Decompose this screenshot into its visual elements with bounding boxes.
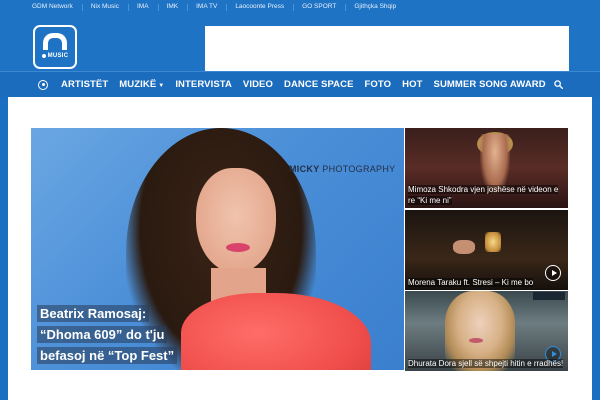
article-thumb-3[interactable]: Dhurata Dora sjell së shpejti hitin e rr… <box>405 291 568 371</box>
watermark-bold: MICKY <box>289 164 320 174</box>
main-navigation: ARTISTËT MUZIKË ▼ INTERVISTA VIDEO DANCE … <box>0 71 600 97</box>
hero-photo-scarf <box>181 293 371 370</box>
article-thumb-1[interactable]: Mimoza Shkodra vjen joshëse në videon e … <box>405 128 568 208</box>
article-thumb-2[interactable]: Morena Taraku ft. Stresi – Ki me bo <box>405 210 568 290</box>
topbar-link-gdm-network[interactable]: GDM Network <box>32 3 82 10</box>
topbar-link-laocoonte-press[interactable]: Laocoonte Press <box>226 3 293 11</box>
article-thumb-3-title-text: Dhurata Dora sjell së shpejti hitin e rr… <box>408 359 564 368</box>
article-thumb-3-title[interactable]: Dhurata Dora sjell së shpejti hitin e rr… <box>405 358 568 369</box>
nav-item-hot[interactable]: HOT <box>402 79 422 90</box>
chevron-down-icon: ▼ <box>158 83 165 89</box>
nav-item-video[interactable]: VIDEO <box>243 79 273 90</box>
ad-banner[interactable] <box>205 26 569 71</box>
hero-photo-face <box>196 168 276 273</box>
nav-item-artistet[interactable]: ARTISTËT <box>61 79 108 90</box>
hero-photo-lips <box>226 243 250 252</box>
article-thumb-2-title-text: Morena Taraku ft. Stresi – Ki me bo <box>408 278 534 287</box>
topbar-link-ima-tv[interactable]: IMA TV <box>187 3 226 11</box>
topbar-link-imk[interactable]: IMK <box>157 3 188 11</box>
logo-dot-icon <box>41 54 46 58</box>
featured-article-title[interactable]: Beatrix Ramosaj: “Dhoma 609” do t'ju bef… <box>37 303 197 366</box>
video-channel-badge <box>533 292 565 300</box>
topbar-link-go-sport[interactable]: GO SPORT <box>293 3 345 11</box>
nav-item-summer-song-award[interactable]: SUMMER SONG AWARD <box>434 79 546 90</box>
site-header: MUSIC <box>0 13 600 71</box>
topbar-link-nix-music[interactable]: Nix Music <box>81 3 128 11</box>
topbar-link-gjithcka-shqip[interactable]: Gjithçka Shqip <box>345 3 405 11</box>
topbar-link-ima[interactable]: IMA <box>127 3 158 11</box>
featured-article-title-text: Beatrix Ramosaj: “Dhoma 609” do t'ju bef… <box>37 305 178 364</box>
thumb-3-photo-lips <box>469 338 483 343</box>
nav-item-dance-space[interactable]: DANCE SPACE <box>284 79 354 90</box>
article-thumb-1-title[interactable]: Mimoza Shkodra vjen joshëse në videon e … <box>405 184 568 206</box>
featured-article[interactable]: MICKY PHOTOGRAPHY Beatrix Ramosaj: “Dhom… <box>31 128 404 370</box>
search-icon[interactable] <box>554 80 563 89</box>
logo-wordmark: MUSIC <box>41 53 69 59</box>
watermark-rest: PHOTOGRAPHY <box>319 164 396 174</box>
thumb-2-photo-lamp <box>485 232 501 252</box>
photo-watermark: MICKY PHOTOGRAPHY <box>289 164 395 174</box>
logo-n-mark <box>43 33 67 50</box>
nav-item-muzike[interactable]: MUZIKË ▼ <box>119 79 164 90</box>
site-logo[interactable]: MUSIC <box>33 25 77 69</box>
top-network-bar: GDM Network Nix Music IMA IMK IMA TV Lao… <box>0 0 600 13</box>
nav-item-muzike-label: MUZIKË <box>119 79 157 90</box>
logo-word-music: MUSIC <box>47 53 69 59</box>
article-thumb-2-title[interactable]: Morena Taraku ft. Stresi – Ki me bo <box>405 277 568 288</box>
nav-item-foto[interactable]: FOTO <box>365 79 392 90</box>
nav-item-intervista[interactable]: INTERVISTA <box>175 79 232 90</box>
thumb-2-photo-arm <box>453 240 475 254</box>
home-icon[interactable] <box>38 79 48 90</box>
article-thumb-1-title-text: Mimoza Shkodra vjen joshëse në videon e … <box>408 185 559 205</box>
